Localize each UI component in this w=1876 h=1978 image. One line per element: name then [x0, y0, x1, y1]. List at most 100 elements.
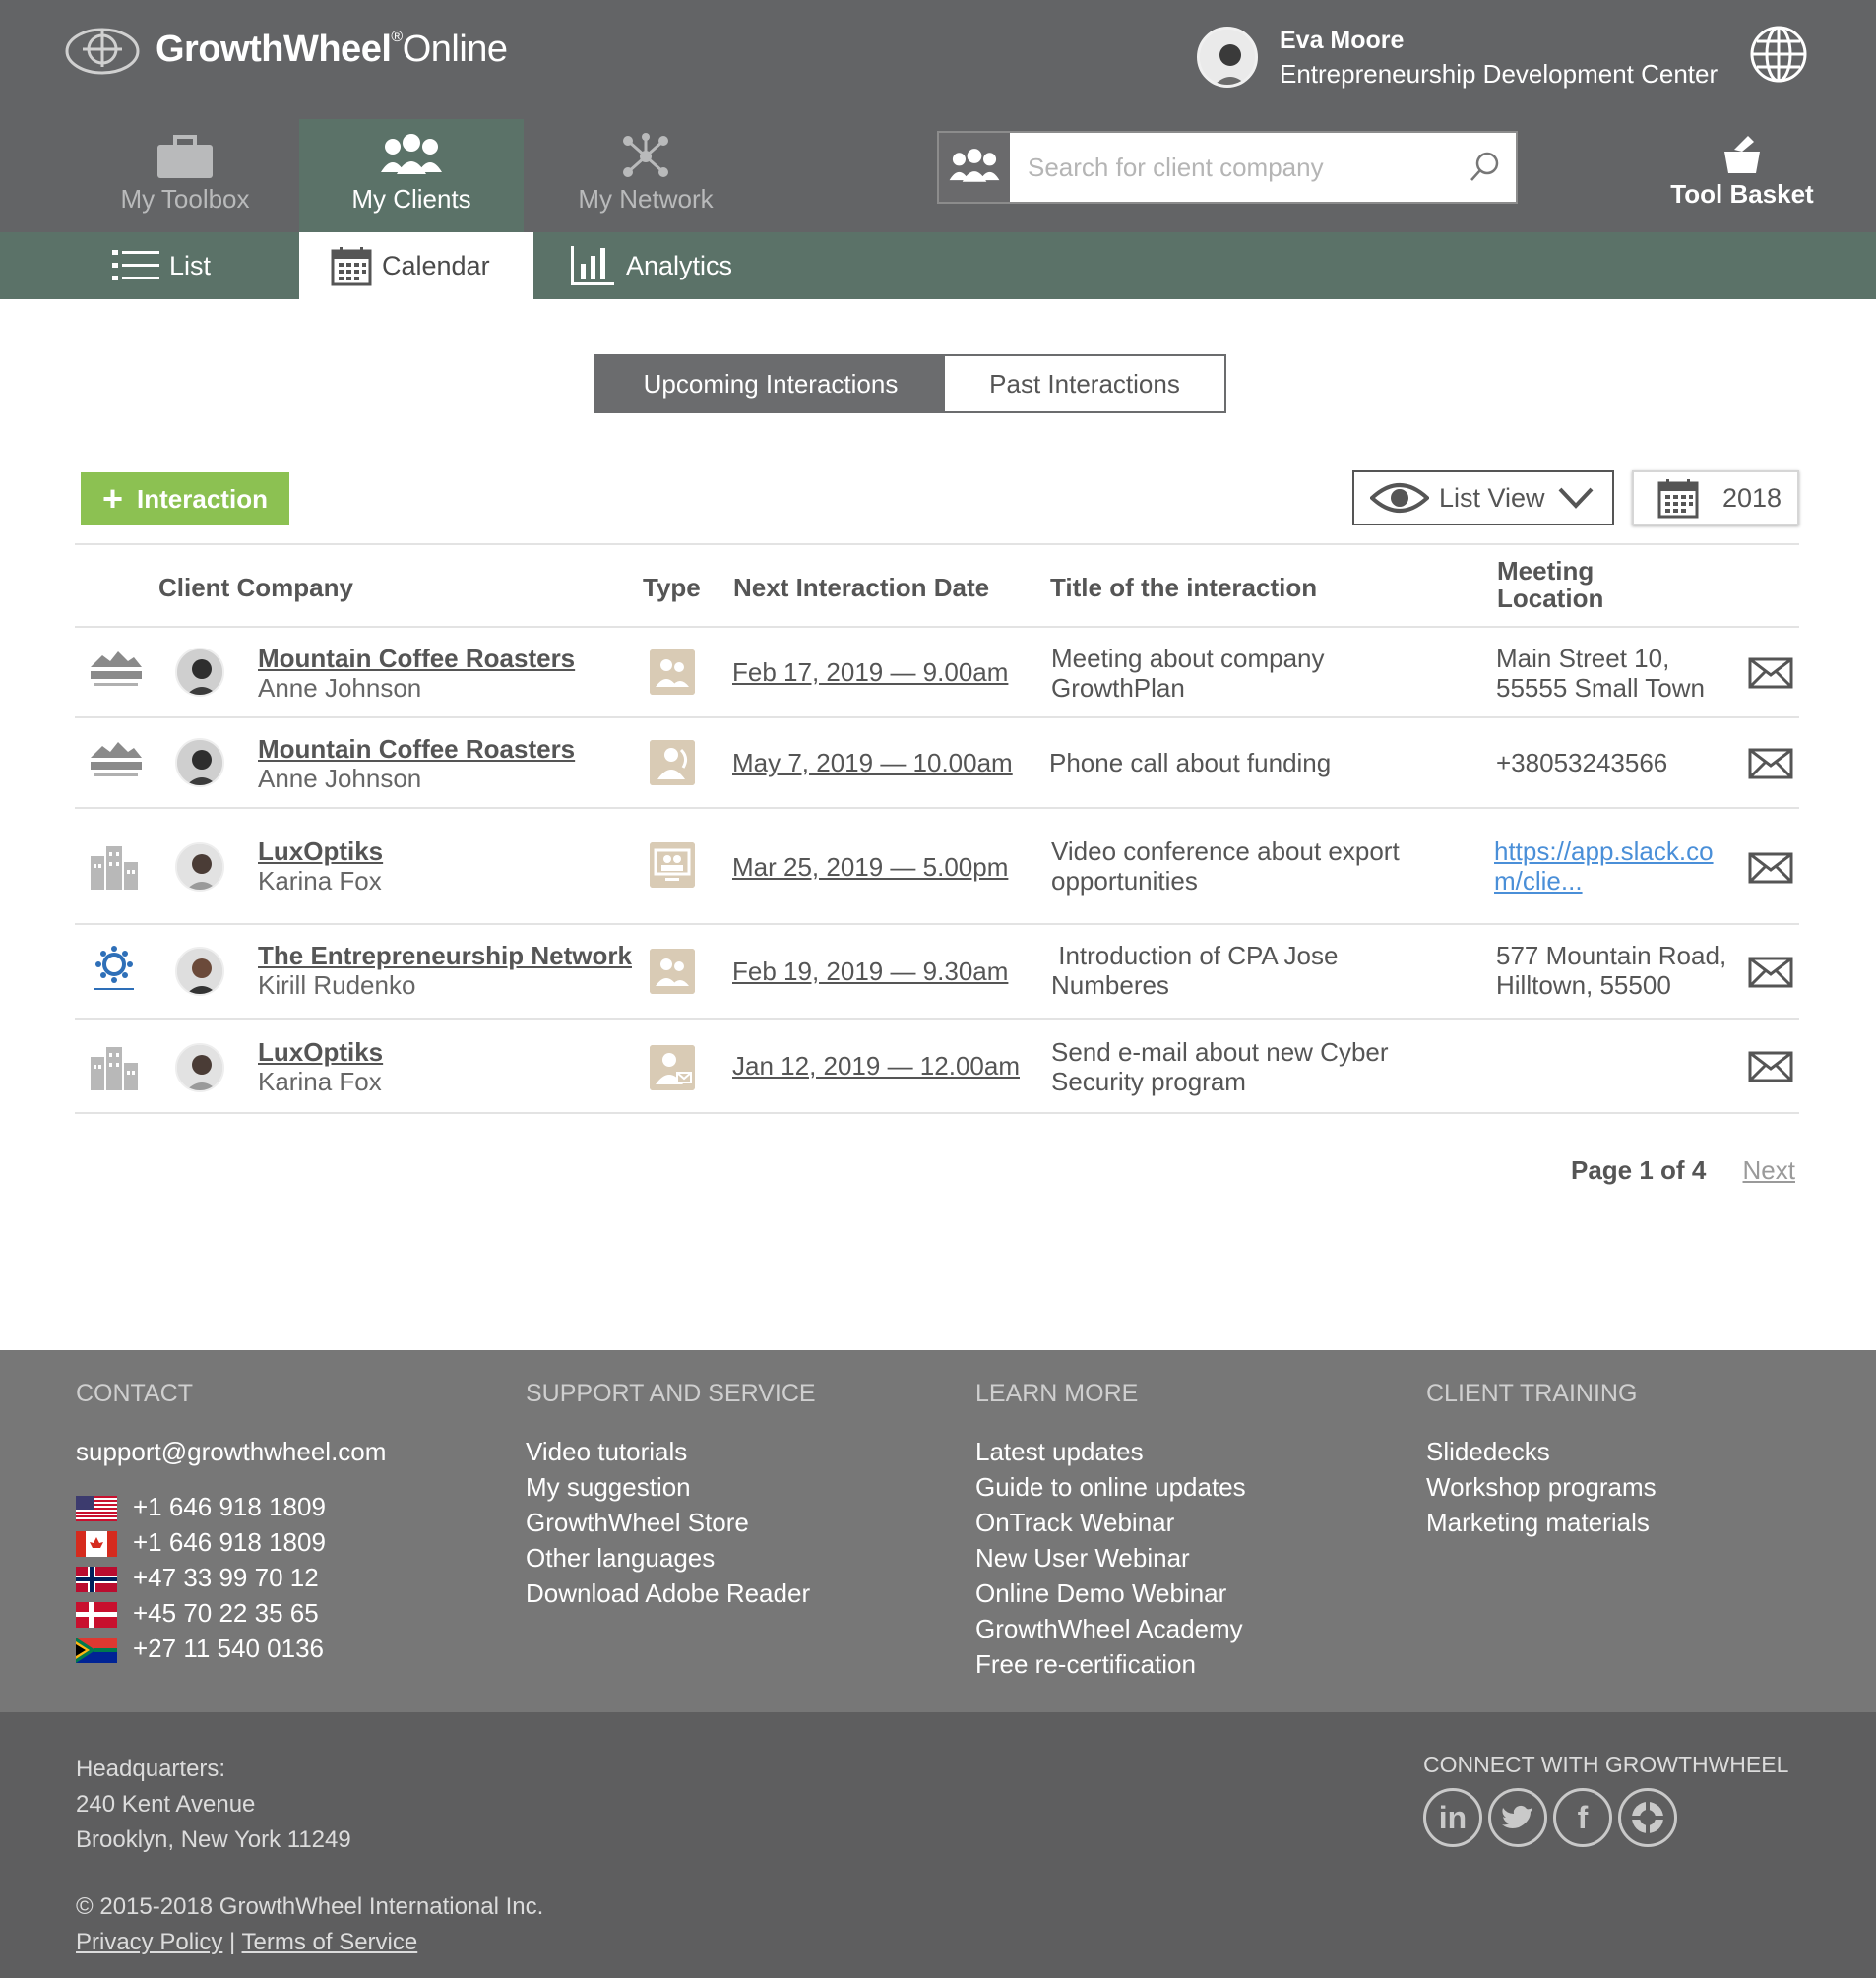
- client-search[interactable]: [937, 131, 1518, 204]
- client-company-link[interactable]: Mountain Coffee Roasters: [258, 734, 575, 764]
- search-input[interactable]: [1010, 138, 1465, 197]
- search-icon[interactable]: [1465, 148, 1504, 187]
- header-meeting-location[interactable]: Meeting Location: [1497, 557, 1605, 612]
- avatar[interactable]: [175, 1043, 224, 1092]
- video-conference-type-icon[interactable]: [650, 842, 695, 888]
- interaction-title: Send e-mail about new Cyber Security pro…: [1051, 1037, 1389, 1096]
- next-page-link[interactable]: Next: [1743, 1155, 1795, 1185]
- footer-link[interactable]: GrowthWheel Store: [526, 1505, 816, 1540]
- calendar-icon: [1657, 479, 1699, 519]
- header-client-company[interactable]: Client Company: [158, 573, 353, 603]
- footer-link[interactable]: Free re-certification: [975, 1646, 1246, 1682]
- avatar[interactable]: [175, 947, 224, 996]
- client-company-link[interactable]: The Entrepreneurship Network: [258, 941, 632, 970]
- footer-link[interactable]: New User Webinar: [975, 1540, 1246, 1576]
- toolbox-icon: [157, 135, 213, 178]
- phone-za[interactable]: +27 11 540 0136: [76, 1631, 386, 1666]
- footer-learn-more: LEARN MORE Latest updates Guide to onlin…: [975, 1380, 1246, 1682]
- norway-flag-icon: [76, 1567, 117, 1593]
- year-selector[interactable]: 2018: [1632, 470, 1799, 525]
- contact-person: Kirill Rudenko: [258, 970, 416, 1000]
- network-icon: [623, 133, 668, 177]
- mail-icon[interactable]: [1748, 852, 1793, 884]
- connect-heading: CONNECT WITH GROWTHWHEEL: [1423, 1752, 1789, 1777]
- view-selector[interactable]: List View: [1352, 470, 1614, 525]
- next-interaction-date[interactable]: May 7, 2019 — 10.00am: [732, 748, 1013, 778]
- user-name: Eva Moore: [1280, 27, 1405, 54]
- phone-ca[interactable]: +1 646 918 1809: [76, 1524, 386, 1560]
- footer-link[interactable]: Download Adobe Reader: [526, 1576, 816, 1611]
- globe-icon[interactable]: [1748, 24, 1809, 85]
- header-type[interactable]: Type: [643, 573, 701, 603]
- mail-icon[interactable]: [1748, 748, 1793, 779]
- table-row[interactable]: LuxOptiks Karina Fox Jan 12, 2019 — 12.0…: [75, 1020, 1799, 1114]
- twitter-icon[interactable]: [1488, 1788, 1547, 1847]
- footer-link[interactable]: Guide to online updates: [975, 1469, 1246, 1505]
- avatar[interactable]: [1197, 27, 1258, 88]
- basket-icon: [1724, 136, 1760, 173]
- nav-tab-my-network[interactable]: My Network: [533, 119, 758, 232]
- header-title[interactable]: Title of the interaction: [1050, 573, 1317, 603]
- support-email-link[interactable]: support@growthwheel.com: [76, 1434, 386, 1469]
- phone-no[interactable]: +47 33 99 70 12: [76, 1560, 386, 1595]
- phone-us[interactable]: +1 646 918 1809: [76, 1489, 386, 1524]
- nav-tab-my-toolbox[interactable]: My Toolbox: [73, 119, 297, 232]
- growthwheel-icon[interactable]: [1618, 1788, 1677, 1847]
- client-company-link[interactable]: LuxOptiks: [258, 1037, 383, 1067]
- copyright-text: © 2015-2018 GrowthWheel International In…: [76, 1893, 544, 1920]
- tool-basket-button[interactable]: Tool Basket: [1663, 134, 1821, 210]
- phone-type-icon[interactable]: [650, 740, 695, 785]
- terms-of-service-link[interactable]: Terms of Service: [242, 1929, 418, 1955]
- user-profile[interactable]: Eva Moore Entrepreneurship Development C…: [1197, 24, 1718, 91]
- table-row[interactable]: Mountain Coffee Roasters Anne Johnson Fe…: [75, 628, 1799, 718]
- header-next-date[interactable]: Next Interaction Date: [733, 573, 989, 603]
- page-indicator: Page 1 of 4: [1571, 1155, 1707, 1185]
- facebook-icon[interactable]: f: [1553, 1788, 1612, 1847]
- table-row[interactable]: Mountain Coffee Roasters Anne Johnson Ma…: [75, 718, 1799, 809]
- footer-link[interactable]: My suggestion: [526, 1469, 816, 1505]
- mail-icon[interactable]: [1748, 657, 1793, 689]
- table-row[interactable]: The Entrepreneurship Network Kirill Rude…: [75, 925, 1799, 1020]
- client-company-link[interactable]: LuxOptiks: [258, 836, 383, 866]
- footer-link[interactable]: Marketing materials: [1426, 1505, 1657, 1540]
- footer-contact: CONTACT support@growthwheel.com +1 646 9…: [76, 1380, 386, 1666]
- footer-link[interactable]: Slidedecks: [1426, 1434, 1657, 1469]
- next-interaction-date[interactable]: Jan 12, 2019 — 12.00am: [732, 1051, 1020, 1082]
- upcoming-interactions-tab[interactable]: Upcoming Interactions: [596, 356, 945, 411]
- next-interaction-date[interactable]: Feb 17, 2019 — 9.00am: [732, 657, 1008, 688]
- footer-link[interactable]: Video tutorials: [526, 1434, 816, 1469]
- subtab-analytics[interactable]: Analytics: [569, 232, 732, 299]
- email-type-icon[interactable]: [650, 1045, 695, 1090]
- top-header: GrowthWheel®Online Eva Moore Entrepreneu…: [0, 0, 1876, 232]
- denmark-flag-icon: [76, 1602, 117, 1629]
- avatar[interactable]: [175, 648, 224, 697]
- phone-dk[interactable]: +45 70 22 35 65: [76, 1595, 386, 1631]
- mail-icon[interactable]: [1748, 1051, 1793, 1082]
- growthwheel-logo[interactable]: GrowthWheel®Online: [63, 22, 508, 77]
- footer-link[interactable]: Other languages: [526, 1540, 816, 1576]
- meeting-type-icon[interactable]: [650, 949, 695, 994]
- footer-link[interactable]: GrowthWheel Academy: [975, 1611, 1246, 1646]
- add-interaction-button[interactable]: + Interaction: [81, 472, 289, 525]
- past-interactions-tab[interactable]: Past Interactions: [945, 356, 1224, 411]
- footer-link[interactable]: Latest updates: [975, 1434, 1246, 1469]
- next-interaction-date[interactable]: Mar 25, 2019 — 5.00pm: [732, 852, 1008, 883]
- bar-chart-icon: [571, 246, 614, 285]
- table-row[interactable]: LuxOptiks Karina Fox Mar 25, 2019 — 5.00…: [75, 809, 1799, 925]
- next-interaction-date[interactable]: Feb 19, 2019 — 9.30am: [732, 957, 1008, 987]
- footer-link[interactable]: Workshop programs: [1426, 1469, 1657, 1505]
- privacy-policy-link[interactable]: Privacy Policy: [76, 1929, 222, 1955]
- subtab-calendar[interactable]: Calendar: [299, 232, 533, 299]
- meeting-location-link[interactable]: https://app.slack.com/clie...: [1494, 836, 1725, 896]
- client-company-link[interactable]: Mountain Coffee Roasters: [258, 644, 575, 673]
- avatar[interactable]: [175, 738, 224, 787]
- footer-link[interactable]: Online Demo Webinar: [975, 1576, 1246, 1611]
- mail-icon[interactable]: [1748, 957, 1793, 988]
- pagination: Page 1 of 4 Next: [1571, 1155, 1795, 1186]
- avatar[interactable]: [175, 842, 224, 892]
- subtab-list[interactable]: List: [112, 232, 211, 299]
- meeting-type-icon[interactable]: [650, 649, 695, 695]
- footer-link[interactable]: OnTrack Webinar: [975, 1505, 1246, 1540]
- nav-tab-my-clients[interactable]: My Clients: [299, 119, 524, 232]
- linkedin-icon[interactable]: in: [1423, 1788, 1482, 1847]
